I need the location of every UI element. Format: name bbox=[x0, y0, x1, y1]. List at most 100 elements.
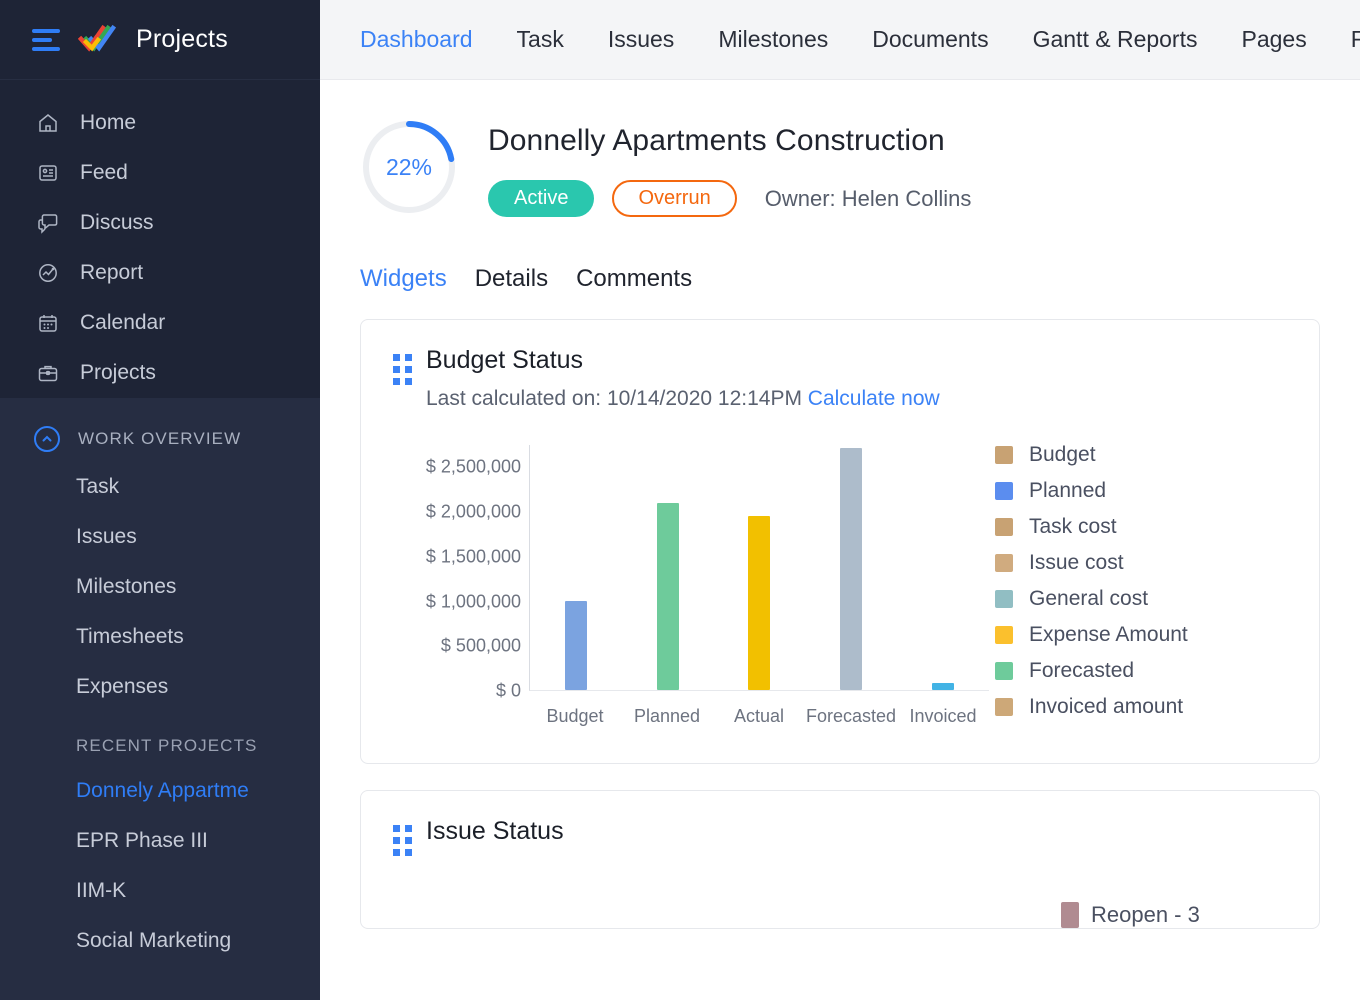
legend-label: Expense Amount bbox=[1029, 623, 1188, 647]
chart-legend: BudgetPlanned Task cost Issue costGeneral … bbox=[995, 437, 1295, 725]
project-owner: Owner: Helen Collins bbox=[765, 186, 972, 212]
sidebar-item-label: Report bbox=[80, 261, 143, 285]
sidebar: Projects Home Feed Discuss bbox=[0, 0, 320, 1000]
brand-title: Projects bbox=[136, 25, 228, 54]
project-info: Donnelly Apartments Construction Active … bbox=[488, 114, 971, 217]
sidebar-project-iimk[interactable]: IIM-K bbox=[0, 866, 320, 916]
chat-icon bbox=[36, 211, 60, 235]
status-badge-overrun[interactable]: Overrun bbox=[612, 180, 736, 217]
main-content: Dashboard Task Issues Milestones Documen… bbox=[320, 0, 1360, 1000]
subtab-comments[interactable]: Comments bbox=[576, 265, 692, 293]
sidebar-item-expenses[interactable]: Expenses bbox=[0, 662, 320, 712]
sidebar-group-label: WORK OVERVIEW bbox=[78, 429, 241, 449]
status-badge-active[interactable]: Active bbox=[488, 180, 594, 217]
sidebar-item-feed[interactable]: Feed bbox=[0, 148, 320, 198]
calculate-now-link[interactable]: Calculate now bbox=[808, 387, 940, 410]
chart-bar-column bbox=[530, 445, 622, 690]
feed-icon bbox=[36, 161, 60, 185]
sidebar-project-label: IIM-K bbox=[76, 879, 126, 903]
sidebar-item-label: Milestones bbox=[76, 575, 176, 599]
legend-swatch bbox=[995, 518, 1013, 536]
tab-task[interactable]: Task bbox=[495, 26, 586, 53]
progress-percent-label: 22% bbox=[360, 118, 458, 216]
sidebar-item-report[interactable]: Report bbox=[0, 248, 320, 298]
briefcase-icon bbox=[36, 361, 60, 385]
sidebar-item-task[interactable]: Task bbox=[0, 462, 320, 512]
legend-item[interactable]: Expense Amount bbox=[995, 617, 1295, 653]
hamburger-icon[interactable] bbox=[32, 29, 60, 51]
chart-bar[interactable] bbox=[565, 601, 587, 690]
sidebar-item-label: Calendar bbox=[80, 311, 165, 335]
sidebar-item-discuss[interactable]: Discuss bbox=[0, 198, 320, 248]
legend-swatch bbox=[995, 590, 1013, 608]
issue-status-widget: Issue Status Reopen - 3 bbox=[360, 790, 1320, 929]
last-calculated-text: Last calculated on: 10/14/2020 12:14PM bbox=[426, 387, 802, 410]
issue-chart-legend: Reopen - 3 bbox=[361, 902, 1319, 928]
sidebar-item-label: Issues bbox=[76, 525, 137, 549]
legend-item[interactable]: Task cost bbox=[995, 509, 1295, 545]
chart-bar[interactable] bbox=[748, 516, 770, 690]
top-navigation-tabs: Dashboard Task Issues Milestones Documen… bbox=[320, 0, 1360, 80]
chart-y-tick: $ 2,000,000 bbox=[426, 502, 521, 523]
tab-pages[interactable]: Pages bbox=[1220, 26, 1329, 53]
legend-item[interactable]: General cost bbox=[995, 581, 1295, 617]
chart-bar[interactable] bbox=[932, 683, 954, 690]
project-badges: Active Overrun Owner: Helen Collins bbox=[488, 180, 971, 217]
sidebar-item-issues[interactable]: Issues bbox=[0, 512, 320, 562]
legend-label: Forecasted bbox=[1029, 659, 1134, 683]
tab-dashboard[interactable]: Dashboard bbox=[360, 26, 495, 53]
chart-bar-column bbox=[897, 445, 989, 690]
sidebar-item-label: Expenses bbox=[76, 675, 168, 699]
sidebar-project-donnely[interactable]: Donnely Appartme bbox=[0, 766, 320, 816]
sidebar-item-timesheets[interactable]: Timesheets bbox=[0, 612, 320, 662]
sidebar-project-epr[interactable]: EPR Phase III bbox=[0, 816, 320, 866]
sidebar-item-projects[interactable]: Projects bbox=[0, 348, 320, 398]
sidebar-item-home[interactable]: Home bbox=[0, 98, 320, 148]
legend-item[interactable]: Issue cost bbox=[995, 545, 1295, 581]
legend-swatch-reopen bbox=[1061, 902, 1079, 928]
subtab-widgets[interactable]: Widgets bbox=[360, 265, 447, 293]
drag-dots-icon[interactable] bbox=[393, 354, 412, 385]
legend-item[interactable]: Budget bbox=[995, 437, 1295, 473]
legend-label: Task cost bbox=[1029, 515, 1117, 539]
tab-gantt-reports[interactable]: Gantt & Reports bbox=[1011, 26, 1220, 53]
budget-widget-title: Budget Status bbox=[426, 346, 940, 375]
sidebar-project-label: Social Marketing bbox=[76, 929, 231, 953]
chart-y-tick: $ 1,500,000 bbox=[426, 546, 521, 567]
tab-documents[interactable]: Documents bbox=[850, 26, 1010, 53]
drag-dots-icon[interactable] bbox=[393, 825, 412, 856]
chart-y-tick: $ 2,500,000 bbox=[426, 457, 521, 478]
sidebar-item-label: Projects bbox=[80, 361, 156, 385]
legend-swatch bbox=[995, 446, 1013, 464]
tab-finance[interactable]: Finan bbox=[1329, 26, 1360, 53]
sidebar-brand-header: Projects bbox=[0, 0, 320, 80]
legend-item[interactable]: Planned bbox=[995, 473, 1295, 509]
sidebar-recent-projects-label: RECENT PROJECTS bbox=[0, 712, 320, 766]
tab-issues[interactable]: Issues bbox=[586, 26, 696, 53]
sidebar-project-social-marketing[interactable]: Social Marketing bbox=[0, 916, 320, 966]
chart-y-tick: $ 500,000 bbox=[441, 636, 521, 657]
home-icon bbox=[36, 111, 60, 135]
chevron-up-circle-icon bbox=[34, 426, 60, 452]
chart-bar[interactable] bbox=[840, 448, 862, 690]
issue-widget-header: Issue Status bbox=[361, 817, 1319, 856]
tab-milestones[interactable]: Milestones bbox=[696, 26, 850, 53]
sidebar-project-label: Donnely Appartme bbox=[76, 779, 249, 803]
sidebar-item-label: Home bbox=[80, 111, 136, 135]
sidebar-item-calendar[interactable]: Calendar bbox=[0, 298, 320, 348]
chart-plot-area bbox=[529, 445, 989, 691]
sidebar-group-work-overview[interactable]: WORK OVERVIEW bbox=[0, 416, 320, 462]
chart-x-axis-labels: BudgetPlannedActualForecastedInvoiced bbox=[529, 706, 989, 727]
chart-bar-column bbox=[622, 445, 714, 690]
chart-y-tick: $ 1,000,000 bbox=[426, 591, 521, 612]
legend-swatch bbox=[995, 662, 1013, 680]
subtab-details[interactable]: Details bbox=[475, 265, 548, 293]
project-header: 22% Donnelly Apartments Construction Act… bbox=[320, 80, 1360, 217]
legend-item[interactable]: Forecasted bbox=[995, 653, 1295, 689]
chart-bar[interactable] bbox=[657, 503, 679, 690]
app-root: Projects Home Feed Discuss bbox=[0, 0, 1360, 1000]
legend-swatch bbox=[995, 482, 1013, 500]
chart-x-tick: Budget bbox=[529, 706, 621, 727]
sidebar-item-milestones[interactable]: Milestones bbox=[0, 562, 320, 612]
legend-item[interactable]: Invoiced amount bbox=[995, 689, 1295, 725]
